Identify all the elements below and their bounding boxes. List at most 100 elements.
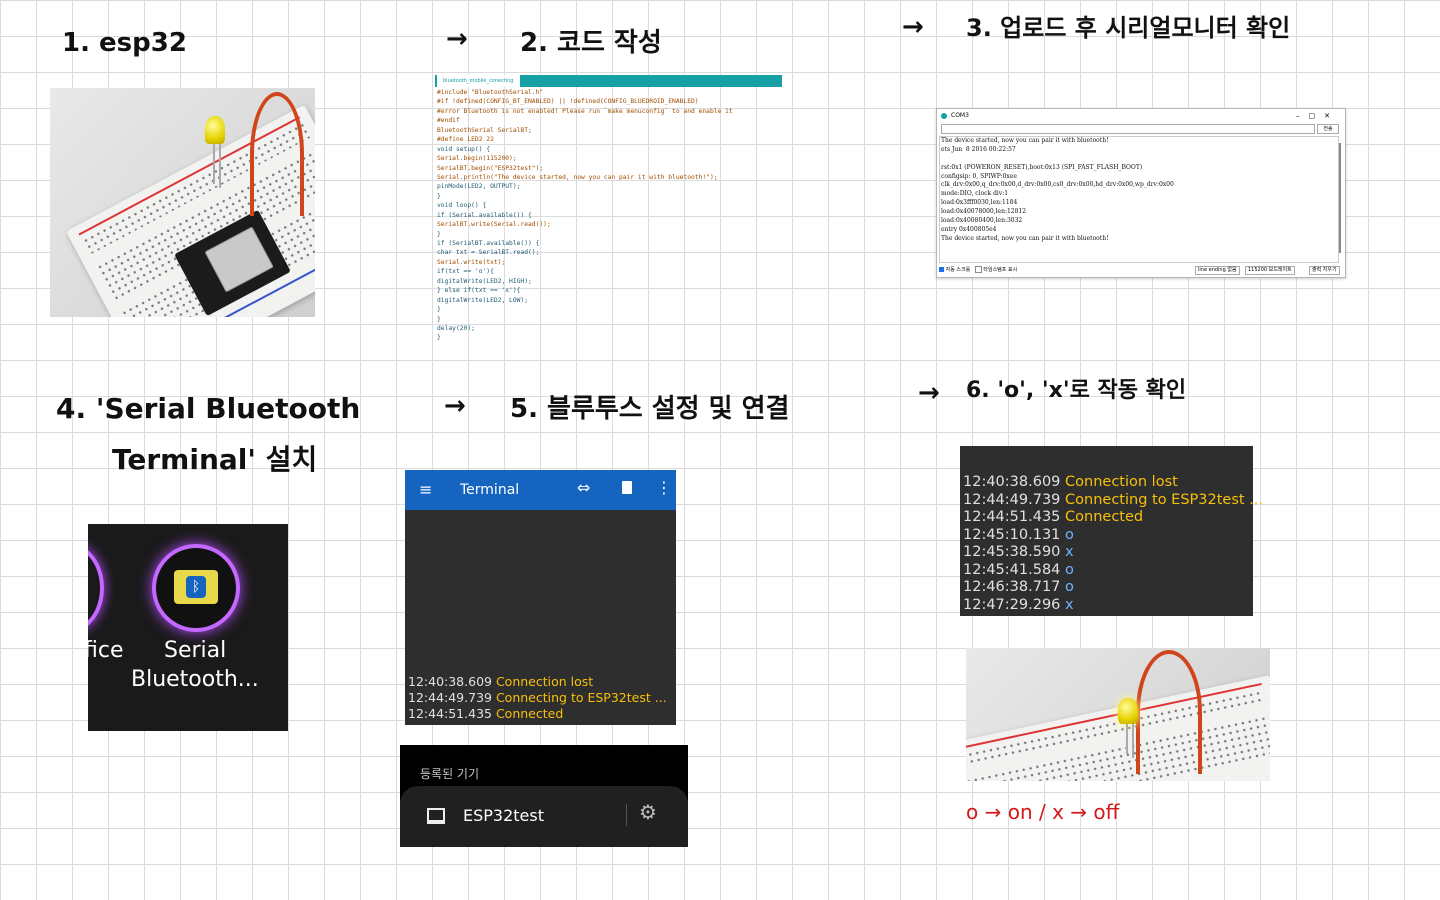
monitor-line: configsip: 0, SPIWP:0xee <box>941 172 1017 180</box>
timestamp-label: 타임스탬프 표시 <box>983 267 1018 273</box>
code-line: } <box>437 192 441 200</box>
log-row: 12:44:51.435 Connected <box>963 509 1263 527</box>
step2-heading: 2. 코드 작성 <box>520 28 662 58</box>
terminal-header: ≡ Terminal ⇔ ⋮ <box>405 470 676 510</box>
monitor-line: rst:0x1 (POWERON_RESET),boot:0x13 (SPI_F… <box>941 163 1143 171</box>
app-name-line1: Serial <box>164 638 227 663</box>
log-time: 12:44:49.739 <box>408 690 496 705</box>
autoscroll-label: 자동 스크롤 <box>945 267 971 273</box>
log-message: Connected <box>1065 509 1144 525</box>
code-line: SerialBT.write(Serial.read()); <box>437 221 551 229</box>
monitor-app-icon <box>941 113 947 119</box>
code-line: Serial.println("The device started, now … <box>437 173 718 181</box>
app-store-tile[interactable]: ᛒ fice Serial Bluetooth... <box>88 524 288 731</box>
log-message: Connected <box>495 706 564 721</box>
step5-heading: 5. 블루투스 설정 및 연결 <box>510 394 790 424</box>
log-time: 12:45:38.590 <box>963 544 1066 560</box>
log-row: 12:46:38.717 o <box>963 579 1263 597</box>
result-log-panel: 12:40:38.609 Connection lost 12:44:49.739… <box>960 446 1263 616</box>
monitor-line: mode:DIO, clock div:1 <box>941 190 1009 198</box>
timestamp-checkbox[interactable] <box>974 266 982 273</box>
code-line: void setup() { <box>437 145 491 153</box>
code-line: #error Bluetooth is not enabled! Please … <box>437 107 733 115</box>
yellow-led <box>205 116 225 144</box>
step2-arrow: → <box>446 24 468 54</box>
step6-arrow: → <box>918 378 940 408</box>
monitor-title: COM3 <box>951 112 969 119</box>
trash-icon[interactable] <box>622 481 632 494</box>
led-lit <box>1118 698 1138 724</box>
step4-heading-line1: 4. 'Serial Bluetooth <box>56 392 361 425</box>
monitor-line: load:0x40078000,len:12812 <box>941 208 1027 216</box>
log-time: 12:44:51.435 <box>963 509 1066 525</box>
serial-monitor-window: COM3 –□✕ 전송 The device started, now you … <box>936 108 1346 278</box>
baud-select[interactable]: 115200 보드레이트 <box>1245 266 1295 275</box>
step6-heading: 6. 'o', 'x'로 작동 확인 <box>966 378 1187 403</box>
maximize-icon[interactable]: □ <box>1309 112 1325 120</box>
terminal-log: 12:40:38.609 Connection lost 12:44:49.739… <box>408 674 667 722</box>
code-line: pinMode(LED2, OUTPUT); <box>437 183 521 191</box>
connect-plug-icon[interactable]: ⇔ <box>577 478 590 497</box>
more-options-icon[interactable]: ⋮ <box>656 478 672 497</box>
log-row: 12:47:29.296 x <box>963 597 1263 615</box>
jumper-wire <box>250 92 304 216</box>
serial-bluetooth-app-icon[interactable]: ᛒ <box>152 544 240 632</box>
device-item[interactable]: ESP32test ⚙ <box>400 786 688 847</box>
monitor-send-input[interactable] <box>941 124 1315 134</box>
app-tile-partial-label: fice <box>88 638 124 663</box>
menu-icon[interactable]: ≡ <box>419 480 432 499</box>
code-line: } <box>437 315 441 323</box>
code-line: digitalWrite(LED2, HIGH); <box>437 277 532 285</box>
code-line: SerialBT.begin("ESP32test"); <box>437 164 544 172</box>
devices-heading: 등록된 기기 <box>420 767 480 781</box>
log-message: Connecting to ESP32test ... <box>1065 491 1264 508</box>
log-message: o <box>1065 561 1074 578</box>
log-row: 12:40:38.609 Connection lost <box>963 474 1263 492</box>
log-row: 12:44:49.739 Connecting to ESP32test ... <box>408 690 667 706</box>
monitor-line: load:0x40080400,len:3032 <box>941 217 1023 225</box>
step1-heading: 1. esp32 <box>62 28 187 58</box>
monitor-output: The device started, now you can pair it … <box>939 136 1339 263</box>
log-message: Connection lost <box>1065 474 1178 490</box>
monitor-send-button[interactable]: 전송 <box>1317 124 1339 134</box>
code-line: } <box>437 306 441 314</box>
esp32-breadboard-photo <box>50 88 315 317</box>
line-ending-select[interactable]: line ending 없음 <box>1195 266 1240 275</box>
log-row: 12:44:49.739 Connecting to ESP32test ... <box>963 492 1263 510</box>
monitor-line: The device started, now you can pair it … <box>941 137 1109 144</box>
step3-heading: 3. 업로드 후 시리얼모니터 확인 <box>966 14 1291 42</box>
log-time: 12:40:38.609 <box>408 674 496 689</box>
log-row: 12:40:38.609 Connection lost <box>408 674 667 690</box>
monitor-footer: 자동 스크롤 타임스탬프 표시 line ending 없음 115200 보드… <box>939 266 1343 275</box>
monitor-line: entry 0x400805e4 <box>941 225 997 233</box>
log-time: 12:45:10.131 <box>963 526 1066 543</box>
code-line: } <box>437 334 441 342</box>
code-line: #endif <box>437 117 460 125</box>
log-message: o <box>1065 526 1074 543</box>
monitor-scrollbar[interactable] <box>1339 143 1341 253</box>
code-line: Serial.write(txt); <box>437 258 506 266</box>
monitor-line: ets Jun 8 2016 00:22:57 <box>941 145 1016 153</box>
log-message: x <box>1065 596 1074 613</box>
led-on-photo <box>966 648 1270 781</box>
editor-tab[interactable]: bluetooth_mobile_conecting <box>438 75 525 87</box>
log-message: o <box>1065 579 1074 595</box>
code-line: delay(20); <box>437 324 475 332</box>
log-time: 12:46:38.717 <box>963 579 1066 595</box>
log-time: 12:45:41.584 <box>963 561 1066 578</box>
result-log: 12:40:38.609 Connection lost 12:44:49.739… <box>963 474 1263 614</box>
code-line: } <box>437 230 441 238</box>
clear-output-button[interactable]: 출력 지우기 <box>1309 266 1340 275</box>
minimize-icon[interactable]: – <box>1296 112 1309 120</box>
terminal-title: Terminal <box>460 482 520 498</box>
gear-icon[interactable]: ⚙ <box>639 800 657 824</box>
close-icon[interactable]: ✕ <box>1324 112 1339 120</box>
code-line: if(txt == 'o'){ <box>437 268 494 276</box>
monitor-titlebar: COM3 –□✕ <box>937 109 1345 123</box>
monitor-line: load:0x3fff0030,len:1184 <box>941 199 1018 207</box>
code-line: if (SerialBT.available()) { <box>437 240 540 247</box>
log-time: 12:40:38.609 <box>963 474 1066 490</box>
autoscroll-checkbox[interactable] <box>939 267 944 272</box>
code-editor[interactable]: #include "BluetoothSerial.h" #if !defined… <box>437 88 782 343</box>
code-line: void loop() { <box>437 202 487 210</box>
